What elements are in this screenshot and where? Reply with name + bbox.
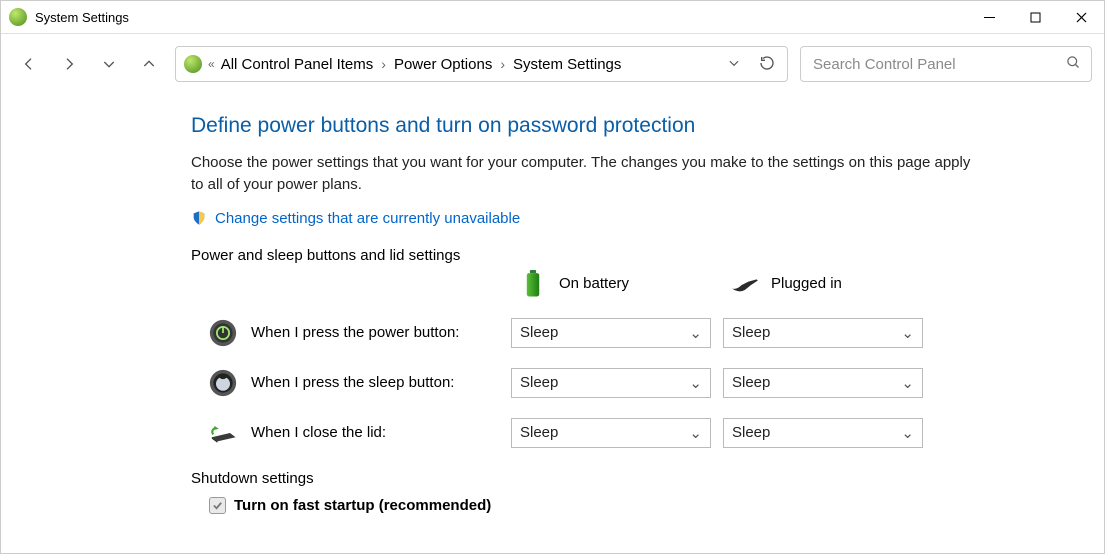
battery-icon (519, 270, 547, 298)
chevron-down-icon: ⌄ (689, 324, 702, 342)
breadcrumb-item[interactable]: Power Options (394, 56, 492, 73)
row-power-button-label: When I press the power button: (251, 324, 459, 341)
section-power-sleep-label: Power and sleep buttons and lid settings (191, 247, 1056, 264)
search-input[interactable] (811, 55, 1066, 74)
page-heading: Define power buttons and turn on passwor… (191, 114, 1056, 138)
page-description: Choose the power settings that you want … (191, 152, 971, 196)
select-value: Sleep (732, 374, 770, 391)
section-shutdown-label: Shutdown settings (191, 470, 1056, 487)
back-button[interactable] (15, 50, 43, 78)
column-on-battery: On battery (511, 270, 711, 298)
app-icon (9, 8, 27, 26)
chevron-down-icon: ⌄ (689, 374, 702, 392)
column-plugged-in: Plugged in (723, 270, 923, 298)
chevron-down-icon: ⌄ (689, 424, 702, 442)
recent-dropdown-button[interactable] (95, 50, 123, 78)
power-button-plugged-select[interactable]: Sleep ⌄ (723, 318, 923, 348)
sleep-button-plugged-select[interactable]: Sleep ⌄ (723, 368, 923, 398)
select-value: Sleep (520, 424, 558, 441)
nav-row: « All Control Panel Items › Power Option… (1, 34, 1104, 94)
search-icon[interactable] (1066, 55, 1081, 73)
chevron-down-icon: ⌄ (901, 324, 914, 342)
minimize-button[interactable] (966, 2, 1012, 33)
content-area: Define power buttons and turn on passwor… (1, 94, 1104, 514)
row-close-lid: When I close the lid: (209, 419, 499, 447)
row-sleep-button: When I press the sleep button: (209, 369, 499, 397)
close-lid-plugged-select[interactable]: Sleep ⌄ (723, 418, 923, 448)
overflow-chevron-icon[interactable]: « (208, 57, 215, 71)
breadcrumb-sep-icon: › (500, 56, 505, 72)
title-bar: System Settings (1, 1, 1104, 34)
column-on-battery-label: On battery (559, 275, 629, 292)
chevron-down-icon: ⌄ (901, 374, 914, 392)
select-value: Sleep (520, 324, 558, 341)
close-lid-battery-select[interactable]: Sleep ⌄ (511, 418, 711, 448)
close-button[interactable] (1058, 2, 1104, 33)
forward-button[interactable] (55, 50, 83, 78)
column-plugged-in-label: Plugged in (771, 275, 842, 292)
select-value: Sleep (732, 324, 770, 341)
up-button[interactable] (135, 50, 163, 78)
change-unavailable-link[interactable]: Change settings that are currently unava… (215, 210, 520, 227)
search-box[interactable] (800, 46, 1092, 82)
breadcrumb-sep-icon: › (381, 56, 386, 72)
laptop-lid-icon (209, 419, 237, 447)
plug-icon (731, 270, 759, 298)
row-sleep-button-label: When I press the sleep button: (251, 374, 454, 391)
address-dropdown-button[interactable] (727, 56, 741, 73)
refresh-button[interactable] (759, 55, 775, 74)
address-bar[interactable]: « All Control Panel Items › Power Option… (175, 46, 788, 82)
fast-startup-label: Turn on fast startup (recommended) (234, 497, 491, 514)
row-close-lid-label: When I close the lid: (251, 424, 386, 441)
maximize-button[interactable] (1012, 2, 1058, 33)
window-title: System Settings (35, 10, 129, 25)
select-value: Sleep (732, 424, 770, 441)
power-button-icon (209, 319, 237, 347)
power-button-battery-select[interactable]: Sleep ⌄ (511, 318, 711, 348)
breadcrumb-item[interactable]: All Control Panel Items (221, 56, 374, 73)
shield-icon (191, 210, 207, 226)
sleep-button-icon (209, 369, 237, 397)
sleep-button-battery-select[interactable]: Sleep ⌄ (511, 368, 711, 398)
fast-startup-checkbox[interactable] (209, 497, 226, 514)
select-value: Sleep (520, 374, 558, 391)
chevron-down-icon: ⌄ (901, 424, 914, 442)
address-app-icon (184, 55, 202, 73)
breadcrumb-item[interactable]: System Settings (513, 56, 621, 73)
row-power-button: When I press the power button: (209, 319, 499, 347)
